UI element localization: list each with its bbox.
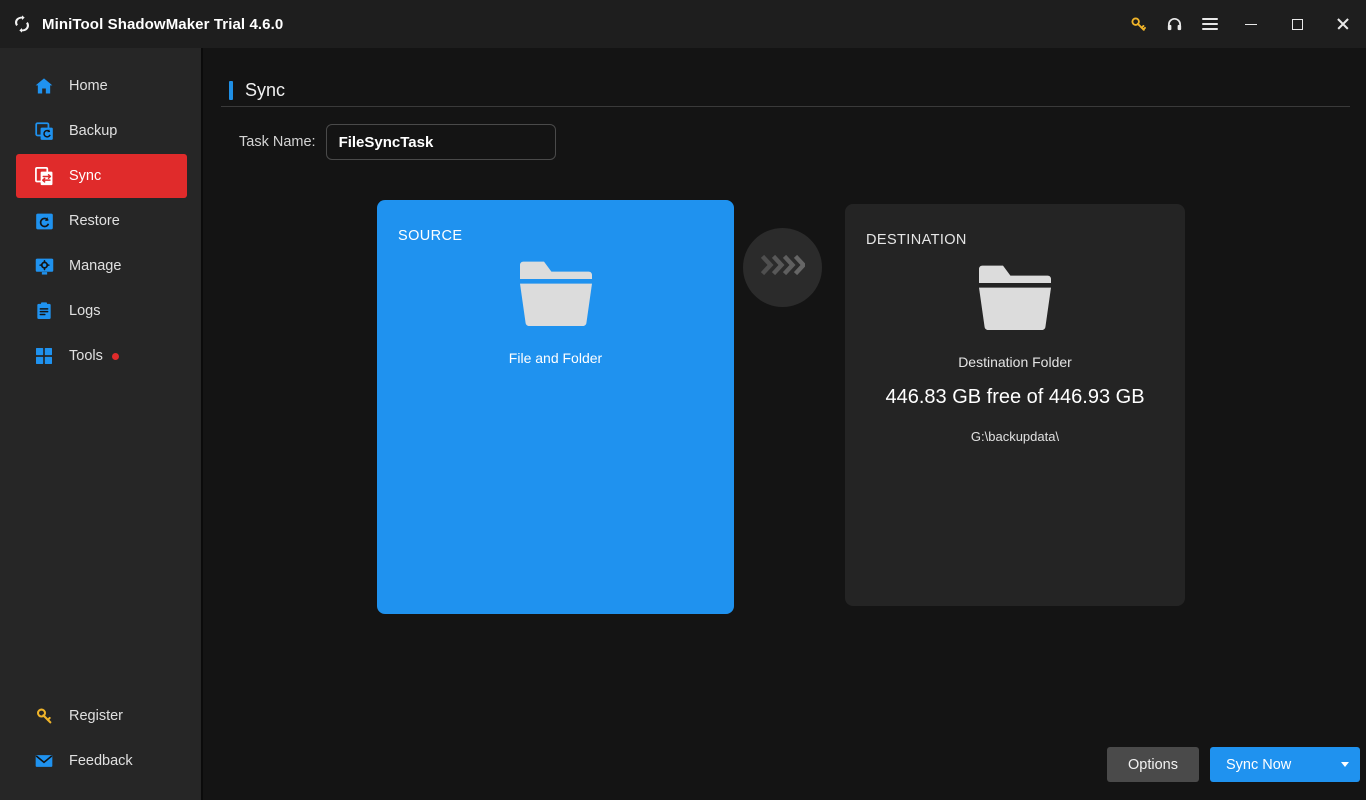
close-button[interactable] xyxy=(1320,0,1366,48)
sidebar-item-manage[interactable]: Manage xyxy=(16,244,187,288)
folder-icon xyxy=(977,263,1053,338)
sidebar-item-label: Backup xyxy=(69,123,117,139)
source-panel[interactable]: SOURCE File and Folder xyxy=(377,200,734,614)
sidebar-item-backup[interactable]: Backup xyxy=(16,109,187,153)
main-content: Sync Task Name: SOURCE File and Folder xyxy=(205,48,1366,800)
folder-icon xyxy=(518,259,594,334)
sidebar-item-tools[interactable]: Tools xyxy=(16,334,187,378)
sidebar-item-home[interactable]: Home xyxy=(16,64,187,108)
app-window: MiniTool ShadowMaker Trial 4.6.0 xyxy=(0,0,1366,800)
backup-icon xyxy=(33,120,55,142)
sidebar-item-logs[interactable]: Logs xyxy=(16,289,187,333)
window-controls xyxy=(1120,0,1366,48)
destination-path: G:\backupdata\ xyxy=(971,429,1059,444)
sidebar-item-label: Home xyxy=(69,78,108,94)
sidebar-bottom-nav: Register Feedback xyxy=(0,694,203,784)
sync-logo-icon xyxy=(10,12,34,36)
sidebar-item-sync[interactable]: Sync xyxy=(16,154,187,198)
sidebar-item-register[interactable]: Register xyxy=(16,694,187,738)
app-title: MiniTool ShadowMaker Trial 4.6.0 xyxy=(42,16,283,33)
sidebar-nav: Home Backup xyxy=(0,64,203,379)
key-icon xyxy=(33,705,55,727)
chevrons-right-icon xyxy=(761,255,805,280)
hamburger-icon xyxy=(1202,18,1218,30)
minimize-button[interactable] xyxy=(1228,0,1274,48)
tools-icon xyxy=(33,345,55,367)
register-key-icon[interactable] xyxy=(1120,0,1156,48)
source-panel-kicker: SOURCE xyxy=(398,228,462,244)
manage-icon xyxy=(33,255,55,277)
tools-notification-badge xyxy=(112,353,119,360)
transfer-direction-indicator xyxy=(743,228,822,307)
sidebar-item-label: Register xyxy=(69,708,123,724)
close-icon xyxy=(1336,17,1350,31)
sidebar-item-label: Restore xyxy=(69,213,120,229)
sidebar: Home Backup xyxy=(0,48,203,800)
sidebar-item-label: Tools xyxy=(69,348,103,364)
maximize-button[interactable] xyxy=(1274,0,1320,48)
destination-panel-kicker: DESTINATION xyxy=(866,232,967,248)
options-button[interactable]: Options xyxy=(1107,747,1199,782)
support-headset-icon[interactable] xyxy=(1156,0,1192,48)
destination-panel-body: Destination Folder 446.83 GB free of 446… xyxy=(845,256,1185,444)
sidebar-item-feedback[interactable]: Feedback xyxy=(16,739,187,783)
title-bar: MiniTool ShadowMaker Trial 4.6.0 xyxy=(0,0,1366,48)
sync-now-button-group: Sync Now xyxy=(1210,747,1360,782)
chevron-down-icon xyxy=(1341,762,1349,767)
sync-now-dropdown-button[interactable] xyxy=(1330,747,1360,782)
destination-capacity: 446.83 GB free of 446.93 GB xyxy=(885,386,1144,409)
sync-icon xyxy=(33,165,55,187)
sync-panels: SOURCE File and Folder xyxy=(205,48,1366,800)
restore-icon xyxy=(33,210,55,232)
sidebar-item-label: Sync xyxy=(69,168,101,184)
sidebar-item-label: Logs xyxy=(69,303,100,319)
sync-now-button[interactable]: Sync Now xyxy=(1210,747,1330,782)
sidebar-item-label: Manage xyxy=(69,258,121,274)
sidebar-item-restore[interactable]: Restore xyxy=(16,199,187,243)
footer-actions: Options Sync Now xyxy=(1107,747,1360,782)
sidebar-item-label: Feedback xyxy=(69,753,133,769)
source-panel-caption: File and Folder xyxy=(509,350,602,366)
menu-icon[interactable] xyxy=(1192,0,1228,48)
home-icon xyxy=(33,75,55,97)
minimize-icon xyxy=(1245,24,1257,25)
destination-panel-caption: Destination Folder xyxy=(958,354,1072,370)
source-panel-body: File and Folder xyxy=(377,252,734,366)
destination-panel[interactable]: DESTINATION Destination Folder 446.83 GB… xyxy=(845,204,1185,606)
maximize-icon xyxy=(1292,19,1303,30)
logs-icon xyxy=(33,300,55,322)
envelope-icon xyxy=(33,750,55,772)
